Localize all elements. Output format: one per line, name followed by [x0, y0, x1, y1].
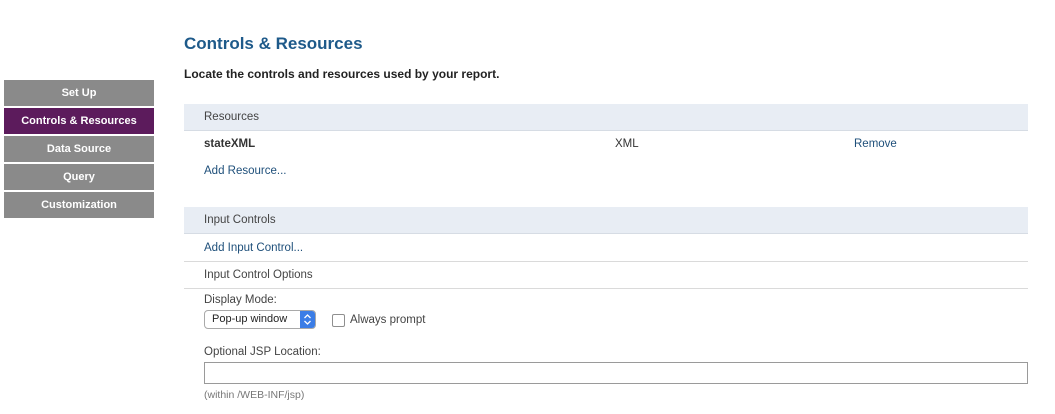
resource-name: stateXML	[204, 138, 256, 150]
sidebar-item-data-source[interactable]: Data Source	[4, 136, 154, 164]
display-mode-label: Display Mode:	[204, 294, 277, 306]
divider	[184, 261, 1028, 262]
sidebar-item-set-up[interactable]: Set Up	[4, 80, 154, 108]
always-prompt-checkbox[interactable]	[332, 314, 345, 327]
sidebar-item-query[interactable]: Query	[4, 164, 154, 192]
always-prompt-label: Always prompt	[350, 314, 426, 326]
resource-row: stateXML XML Remove	[184, 138, 1028, 154]
sidebar-item-customization[interactable]: Customization	[4, 192, 154, 220]
resources-section-header: Resources	[184, 104, 1028, 131]
input-controls-section-header: Input Controls	[184, 207, 1028, 234]
resource-type: XML	[615, 138, 639, 150]
add-input-control-link[interactable]: Add Input Control...	[204, 242, 303, 254]
jsp-location-label: Optional JSP Location:	[204, 346, 321, 358]
page-subtitle: Locate the controls and resources used b…	[184, 67, 500, 81]
divider	[184, 288, 1028, 289]
input-control-options-label: Input Control Options	[204, 269, 313, 281]
page-title: Controls & Resources	[184, 34, 363, 53]
add-resource-link[interactable]: Add Resource...	[204, 165, 286, 177]
remove-resource-link[interactable]: Remove	[854, 138, 897, 150]
select-arrows-icon	[300, 311, 315, 328]
jsp-location-hint: (within /WEB-INF/jsp)	[204, 389, 305, 401]
wizard-sidebar: Set Up Controls & Resources Data Source …	[4, 80, 154, 220]
display-mode-select[interactable]: Pop-up window	[204, 310, 316, 329]
sidebar-item-controls-resources[interactable]: Controls & Resources	[4, 108, 154, 136]
jsp-location-input[interactable]	[204, 362, 1028, 384]
display-mode-value: Pop-up window	[212, 313, 288, 325]
